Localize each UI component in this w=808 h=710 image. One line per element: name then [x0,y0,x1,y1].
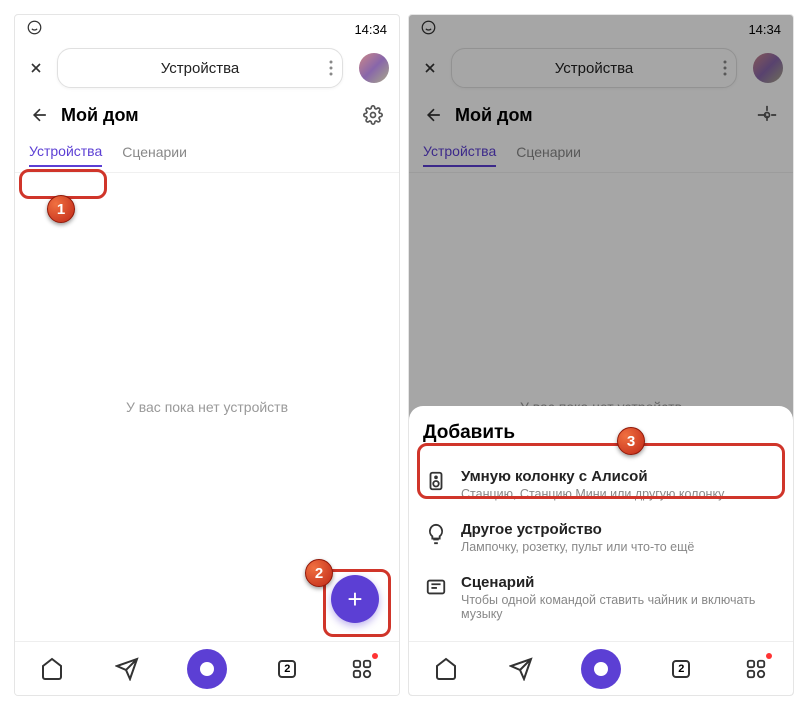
fab-add-button[interactable]: + [331,575,379,623]
close-icon[interactable] [25,57,47,79]
search-pill[interactable]: Устройства [57,48,343,88]
sheet-item-sub: Станцию, Станцию Мини или другую колонку [461,487,779,501]
home-header: Мой дом [15,93,399,137]
sheet-item-title: Умную колонку с Алисой [461,468,779,485]
gear-icon[interactable] [361,103,385,127]
bulb-icon [423,521,449,547]
page-title: Мой дом [61,105,351,126]
nav-alice-button[interactable] [187,649,227,689]
bottom-nav: 2 [15,641,399,695]
sheet-item-other[interactable]: Другое устройство Лампочку, розетку, пул… [423,511,779,564]
back-arrow-icon[interactable] [29,104,51,126]
sheet-title: Добавить [423,422,779,444]
phone-right: 14:34 Устройства Мой дом Устройства Сцен… [408,14,794,696]
nav-home-icon[interactable] [432,655,460,683]
status-time: 14:34 [354,22,387,37]
nav-tabs-icon[interactable]: 2 [667,655,695,683]
nav-send-icon[interactable] [113,655,141,683]
app-bar: Устройства [15,43,399,93]
status-bar: 14:34 [15,15,399,43]
bottom-nav: 2 [409,641,793,695]
plus-icon: + [347,584,362,615]
whatsapp-icon [27,20,42,38]
nav-alice-button[interactable] [581,649,621,689]
marker-3: 3 [617,427,645,455]
tab-scenarios[interactable]: Сценарии [122,144,187,166]
nav-send-icon[interactable] [507,655,535,683]
phone-left: 14:34 Устройства Мой дом Устройства Сцен… [14,14,400,696]
scenario-icon [423,574,449,600]
sheet-item-sub: Чтобы одной командой ставить чайник и вк… [461,593,779,621]
nav-home-icon[interactable] [38,655,66,683]
sheet-item-scenario[interactable]: Сценарий Чтобы одной командой ставить ча… [423,564,779,631]
sheet-item-title: Сценарий [461,574,779,591]
avatar[interactable] [359,53,389,83]
nav-more-icon[interactable] [742,655,770,683]
kebab-icon[interactable] [321,60,341,76]
marker-2: 2 [305,559,333,587]
appbar-title: Устройства [161,60,239,77]
tab-devices[interactable]: Устройства [29,143,102,167]
bottom-sheet: Добавить Умную колонку с Алисой Станцию,… [409,406,793,641]
nav-tabs-icon[interactable]: 2 [273,655,301,683]
nav-more-icon[interactable] [348,655,376,683]
tabs: Устройства Сценарии [15,137,399,173]
empty-state: У вас пока нет устройств [15,173,399,641]
sheet-item-title: Другое устройство [461,521,779,538]
sheet-item-sub: Лампочку, розетку, пульт или что-то ещё [461,540,779,554]
speaker-icon [423,468,449,494]
marker-1: 1 [47,195,75,223]
sheet-item-speaker[interactable]: Умную колонку с Алисой Станцию, Станцию … [423,458,779,511]
